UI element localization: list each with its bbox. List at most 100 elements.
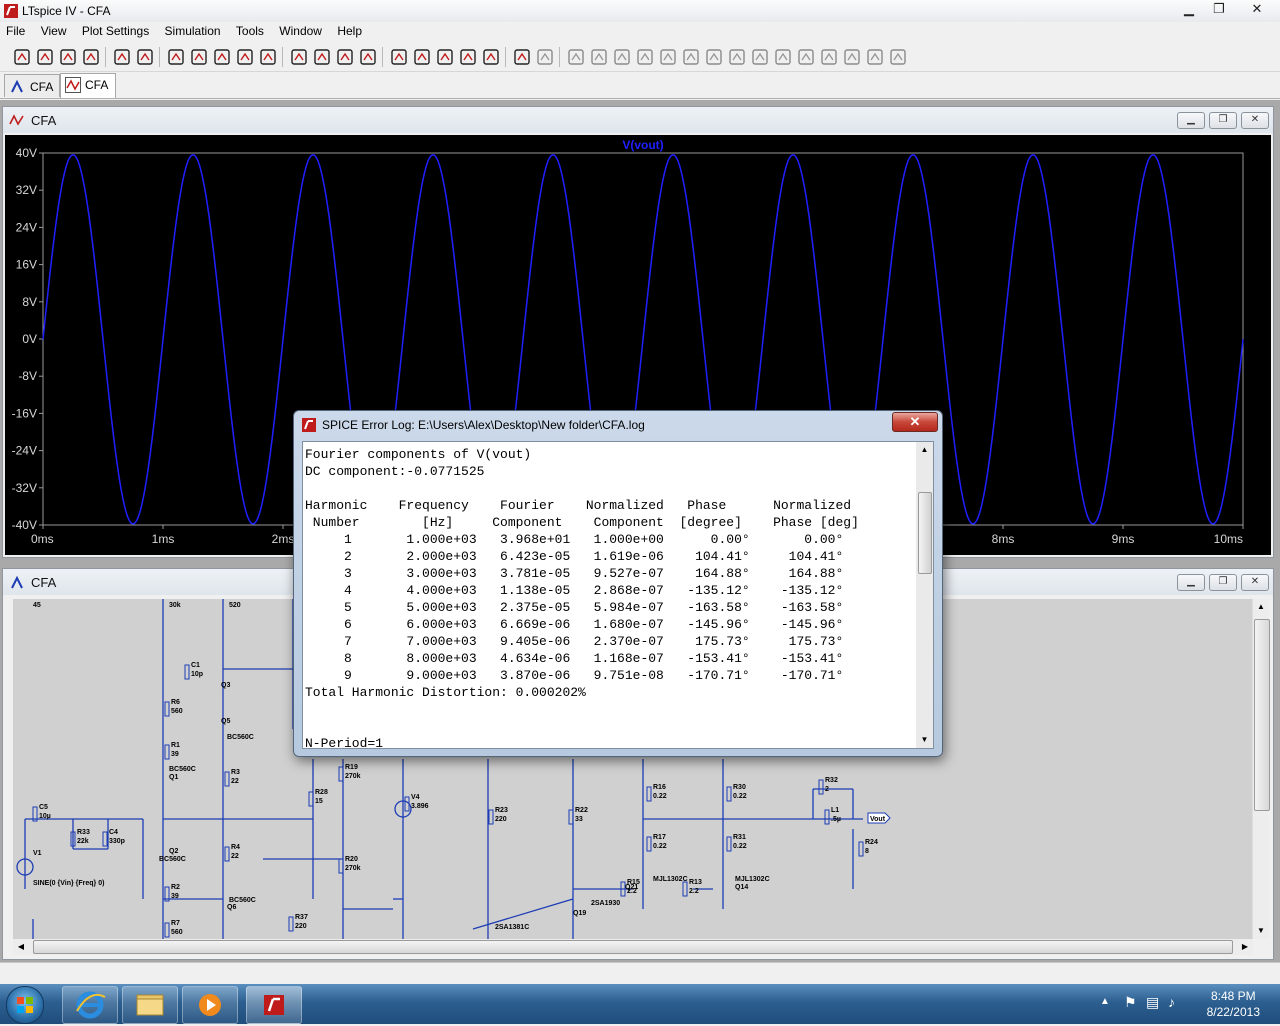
control-panel-icon[interactable]	[81, 47, 101, 67]
run-icon[interactable]	[112, 47, 132, 67]
halt-icon[interactable]	[135, 47, 155, 67]
network-icon[interactable]: ▤	[1146, 994, 1159, 1011]
wire-icon[interactable]	[535, 47, 555, 67]
child-close-button[interactable]: ✕	[1241, 574, 1269, 591]
dialog-close-button[interactable]: ✕	[892, 412, 938, 432]
waveform-window-title: CFA	[31, 113, 57, 128]
vertical-scrollbar[interactable]: ▲ ▼	[1252, 599, 1270, 939]
log-vertical-scrollbar[interactable]: ▲ ▼	[916, 442, 933, 748]
label-icon[interactable]	[589, 47, 609, 67]
drag-icon[interactable]	[750, 47, 770, 67]
component-icon[interactable]	[704, 47, 724, 67]
inductor-icon[interactable]	[658, 47, 678, 67]
taskbar-clock[interactable]: 8:48 PM 8/22/2013	[1207, 988, 1260, 1020]
component-label: R13	[689, 879, 702, 886]
ground-icon[interactable]	[566, 47, 586, 67]
zoom-in-icon[interactable]	[166, 47, 186, 67]
scroll-down-arrow[interactable]: ▼	[916, 732, 933, 748]
supply-label: 45	[33, 602, 41, 609]
cascade-icon[interactable]	[335, 47, 355, 67]
spice-directive-icon[interactable]	[888, 47, 908, 67]
y-tick-label: 0V	[22, 332, 37, 346]
tab-label: CFA	[30, 80, 54, 94]
action-center-flag-icon[interactable]: ⚑	[1124, 994, 1137, 1011]
tab-schematic[interactable]: CFA	[4, 74, 60, 97]
move-icon[interactable]	[727, 47, 747, 67]
scroll-up-arrow[interactable]: ▲	[1253, 599, 1269, 615]
y-tick-label: -40V	[12, 518, 37, 532]
component-symbol	[164, 701, 170, 717]
manual-limits-icon[interactable]	[289, 47, 309, 67]
part-label: Q21	[625, 884, 638, 891]
log-line: 1 1.000e+03 3.968e+01 1.000e+00 0.00° 0.…	[305, 532, 844, 547]
window-title: LTspice IV - CFA	[22, 4, 111, 18]
media-player-icon[interactable]	[182, 986, 238, 1024]
text-icon[interactable]	[865, 47, 885, 67]
part-label: Q19	[573, 910, 586, 917]
log-line: 3 3.000e+03 3.781e-05 9.527e-07 164.88° …	[305, 566, 844, 581]
minimize-button[interactable]: ▁	[1174, 0, 1204, 20]
tab-waveform[interactable]: CFA	[60, 73, 116, 98]
find-icon[interactable]	[458, 47, 478, 67]
component-label: C4	[109, 829, 118, 836]
open-icon[interactable]	[35, 47, 55, 67]
scroll-thumb[interactable]	[1254, 619, 1270, 811]
copy-icon[interactable]	[412, 47, 432, 67]
horizontal-scrollbar[interactable]: ◀ ▶	[13, 939, 1253, 955]
menu-view[interactable]: View	[35, 22, 73, 42]
x-tick-label: 9ms	[1112, 532, 1135, 546]
save-icon[interactable]	[58, 47, 78, 67]
capacitor-icon[interactable]	[635, 47, 655, 67]
internet-explorer-icon[interactable]	[62, 986, 118, 1024]
restore-button[interactable]: ❐	[1204, 0, 1234, 20]
undo-icon[interactable]	[773, 47, 793, 67]
rotate-icon[interactable]	[819, 47, 839, 67]
scroll-right-arrow[interactable]: ▶	[1237, 939, 1253, 955]
menu-plot-settings[interactable]: Plot Settings	[76, 22, 155, 42]
print-preview-icon[interactable]	[481, 47, 501, 67]
tile-horizontal-icon[interactable]	[312, 47, 332, 67]
child-close-button[interactable]: ✕	[1241, 112, 1269, 129]
log-text-area[interactable]: Fourier components of V(vout) DC componen…	[302, 441, 934, 751]
scroll-up-arrow[interactable]: ▲	[916, 442, 933, 458]
volume-icon[interactable]: ♪	[1168, 994, 1175, 1010]
scroll-down-arrow[interactable]: ▼	[1253, 923, 1269, 939]
redo-icon[interactable]	[796, 47, 816, 67]
child-restore-button[interactable]: ❐	[1209, 574, 1237, 591]
paste-icon[interactable]	[435, 47, 455, 67]
mirror-icon[interactable]	[842, 47, 862, 67]
menu-file[interactable]: File	[0, 22, 31, 42]
child-restore-button[interactable]: ❐	[1209, 112, 1237, 129]
diode-icon[interactable]	[681, 47, 701, 67]
component-label: C5	[39, 804, 48, 811]
child-minimize-button[interactable]: ▁	[1177, 574, 1205, 591]
trace-label[interactable]: V(vout)	[622, 138, 663, 152]
autorange-icon[interactable]	[258, 47, 278, 67]
start-orb-icon[interactable]	[6, 986, 44, 1024]
tile-vertical-icon[interactable]	[358, 47, 378, 67]
log-line: 5 5.000e+03 2.375e-05 5.984e-07 -163.58°…	[305, 600, 844, 615]
scroll-thumb[interactable]	[918, 492, 932, 574]
x-tick-label: 2ms	[272, 532, 295, 546]
resistor-icon[interactable]	[612, 47, 632, 67]
scroll-left-arrow[interactable]: ◀	[13, 939, 29, 955]
component-symbol	[102, 831, 108, 847]
menu-window[interactable]: Window	[273, 22, 328, 42]
ltspice-icon[interactable]	[246, 986, 302, 1024]
menu-help[interactable]: Help	[331, 22, 368, 42]
close-button[interactable]: ✕	[1234, 0, 1280, 20]
new-schematic-icon[interactable]	[12, 47, 32, 67]
zoom-cancel-icon[interactable]	[235, 47, 255, 67]
child-minimize-button[interactable]: ▁	[1177, 112, 1205, 129]
show-hidden-icons-icon[interactable]: ▲	[1100, 996, 1110, 1007]
zoom-fit-icon[interactable]	[212, 47, 232, 67]
file-explorer-icon[interactable]	[122, 986, 178, 1024]
menu-tools[interactable]: Tools	[230, 22, 270, 42]
scroll-thumb[interactable]	[33, 940, 1233, 954]
cut-icon[interactable]	[389, 47, 409, 67]
print-icon[interactable]	[512, 47, 532, 67]
zoom-out-icon[interactable]	[189, 47, 209, 67]
component-label: R17	[653, 834, 666, 841]
menu-simulation[interactable]: Simulation	[159, 22, 227, 42]
